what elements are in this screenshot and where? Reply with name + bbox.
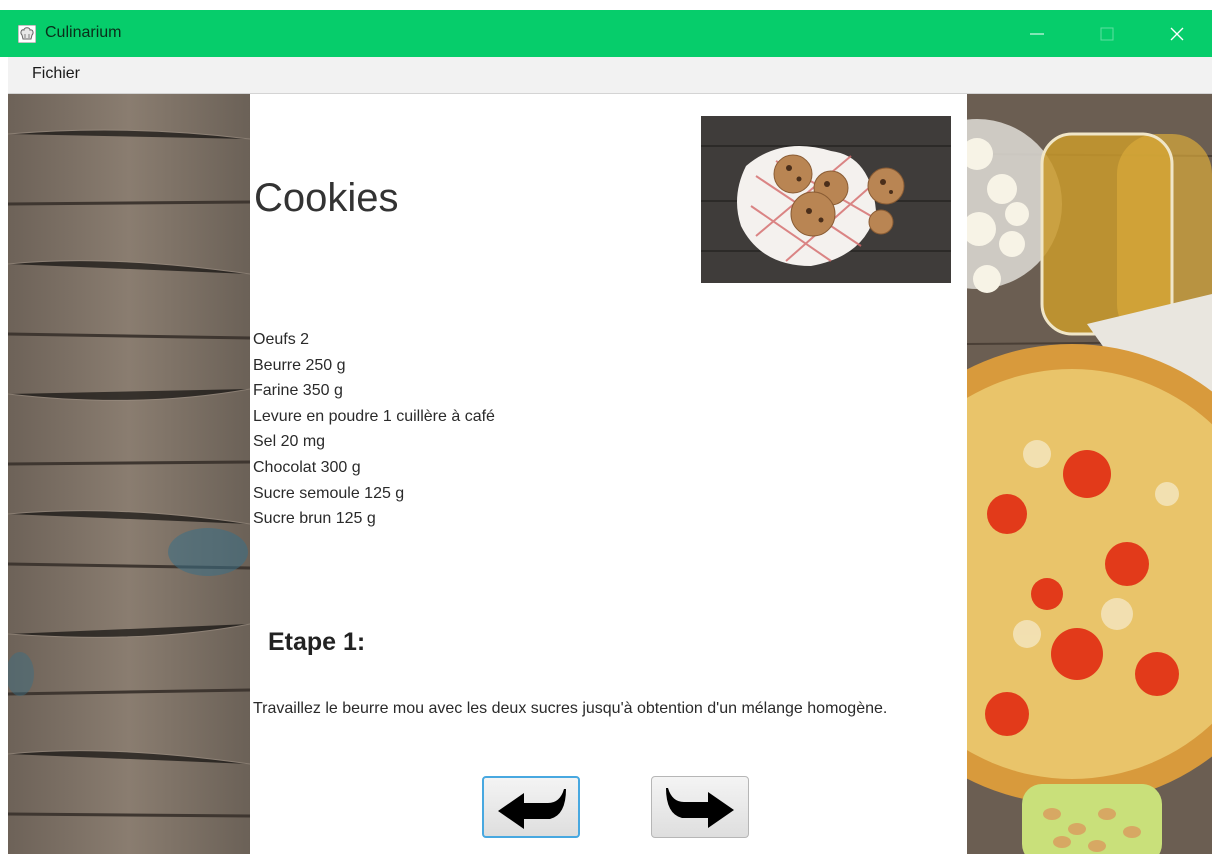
list-item: Beurre 250 g xyxy=(253,356,346,374)
window-title: Culinarium xyxy=(45,24,122,41)
list-item: Chocolat 300 g xyxy=(253,458,361,476)
title-bar: Culinarium xyxy=(0,10,1212,57)
list-item: Sucre semoule 125 g xyxy=(253,484,405,502)
list-item: Sucre brun 125 g xyxy=(253,510,376,528)
close-icon xyxy=(1170,27,1184,41)
ingredient-list: Oeufs 2 Beurre 250 g Farine 350 g Levure… xyxy=(253,327,495,532)
cookies-photo xyxy=(701,116,951,283)
menu-bar: Fichier xyxy=(8,57,1212,94)
recipe-panel: Cookies Oeufs 2 Beurre 250 g Farine 350 … xyxy=(250,94,967,854)
menu-fichier[interactable]: Fichier xyxy=(32,65,80,83)
step-title: Etape 1: xyxy=(268,628,366,656)
minimize-button[interactable] xyxy=(1014,10,1060,57)
list-item: Farine 350 g xyxy=(253,382,343,400)
previous-step-button[interactable] xyxy=(482,776,580,838)
wood-background-left xyxy=(8,94,250,854)
list-item: Oeufs 2 xyxy=(253,331,310,348)
maximize-icon xyxy=(1100,27,1114,41)
forward-arrow-icon xyxy=(666,788,734,828)
recipe-title: Cookies xyxy=(254,176,399,220)
next-step-button[interactable] xyxy=(651,776,749,838)
close-button[interactable] xyxy=(1154,10,1200,57)
list-item: Sel 20 mg xyxy=(253,433,326,451)
food-background-right xyxy=(967,94,1212,854)
list-item: Levure en poudre 1 cuillère à café xyxy=(253,407,495,425)
maximize-button[interactable] xyxy=(1084,10,1130,57)
chef-hat-icon xyxy=(18,25,36,43)
back-arrow-icon xyxy=(498,789,566,829)
step-description: Travaillez le beurre mou avec les deux s… xyxy=(253,700,888,717)
minimize-icon xyxy=(1030,33,1044,35)
